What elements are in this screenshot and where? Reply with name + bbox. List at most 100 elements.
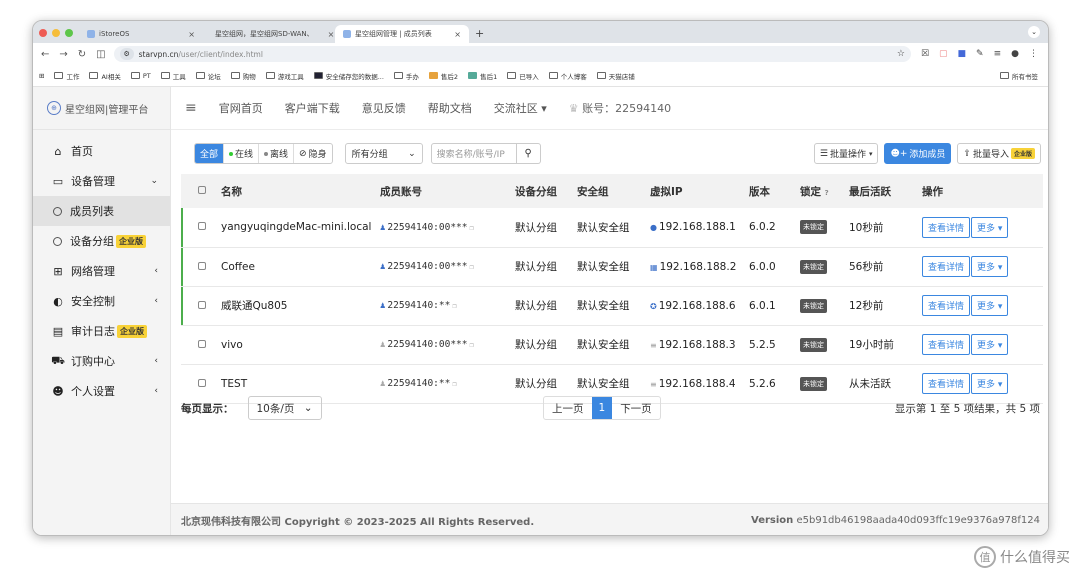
- browser-tab-istoreos[interactable]: iStoreOS ×: [79, 25, 203, 43]
- close-window-button[interactable]: [39, 29, 47, 37]
- forward-arrow-icon[interactable]: →: [59, 49, 67, 60]
- sidebar-item-device-management[interactable]: ▭ 设备管理 ⌄: [33, 166, 170, 196]
- header-group[interactable]: 设备分组: [515, 174, 577, 208]
- sidebar-item-home[interactable]: ⌂ 首页: [33, 136, 170, 166]
- extension-icon[interactable]: ☒: [921, 49, 929, 59]
- tab-list-chevron-icon[interactable]: ⌄: [1028, 26, 1040, 38]
- filter-all[interactable]: 全部: [195, 144, 225, 163]
- header-account[interactable]: 成员账号: [380, 174, 515, 208]
- page-1-button[interactable]: 1: [591, 397, 613, 419]
- copy-icon[interactable]: ❐: [470, 263, 474, 271]
- bookmark-item[interactable]: 安全储存您的数据...: [313, 71, 384, 81]
- bookmark-item[interactable]: 工作: [54, 71, 79, 81]
- copy-icon[interactable]: ❐: [470, 341, 474, 349]
- view-details-button[interactable]: 查看详情: [922, 334, 971, 355]
- copy-icon[interactable]: ❐: [470, 224, 474, 232]
- nav-official-home[interactable]: 官网首页: [219, 100, 263, 116]
- close-tab-icon[interactable]: ×: [440, 30, 461, 39]
- account-menu[interactable]: ♛ 账号：22594140: [569, 100, 671, 116]
- bookmark-item[interactable]: 个人博客: [548, 71, 587, 81]
- view-details-button[interactable]: 查看详情: [922, 373, 971, 394]
- reading-list-icon[interactable]: ≡: [994, 49, 1002, 59]
- batch-import-button[interactable]: ⇪ 批量导入 企业版: [957, 143, 1041, 164]
- bookmark-item[interactable]: 售后2: [428, 71, 458, 81]
- nav-client-download[interactable]: 客户端下载: [285, 100, 340, 116]
- add-member-button[interactable]: ☻+ 添加成员: [884, 143, 952, 164]
- bookmark-item[interactable]: PT: [130, 72, 151, 80]
- menu-dots-icon[interactable]: ⋮: [1029, 49, 1038, 59]
- row-checkbox[interactable]: [198, 222, 206, 231]
- next-page-button[interactable]: 下一页: [612, 397, 660, 419]
- sidebar-item-device-group[interactable]: 设备分组 企业版: [33, 226, 170, 256]
- sidebar-item-security-control[interactable]: ◐ 安全控制 ‹: [33, 286, 170, 316]
- more-button[interactable]: 更多 ▾: [971, 334, 1009, 355]
- bookmark-item[interactable]: 已导入: [507, 71, 539, 81]
- header-last-active[interactable]: 最后活跃: [849, 174, 922, 208]
- page-size-select[interactable]: 10条/页 ⌄: [247, 396, 322, 420]
- reload-icon[interactable]: ↻: [78, 49, 86, 60]
- sidebar-toggle-icon[interactable]: ◫: [96, 49, 105, 60]
- filter-hidden[interactable]: ⊘ 隐身: [294, 144, 332, 163]
- nav-help-docs[interactable]: 帮助文档: [428, 100, 472, 116]
- view-details-button[interactable]: 查看详情: [922, 256, 971, 277]
- bookmark-item[interactable]: 游戏工具: [265, 71, 304, 81]
- more-button[interactable]: 更多 ▾: [971, 216, 1009, 238]
- close-tab-icon[interactable]: ×: [314, 30, 335, 39]
- batch-ops-button[interactable]: ☰ 批量操作 ▾: [813, 143, 879, 164]
- row-checkbox[interactable]: [198, 339, 206, 348]
- bookmark-item[interactable]: 购物: [230, 71, 256, 81]
- select-all-checkbox[interactable]: [198, 186, 206, 194]
- header-security-group[interactable]: 安全组: [577, 174, 650, 208]
- profile-avatar-icon[interactable]: ●: [1011, 49, 1019, 59]
- sidebar-item-order-center[interactable]: ⛟ 订购中心 ‹: [33, 346, 170, 376]
- bookmark-item[interactable]: 手办: [393, 71, 419, 81]
- more-button[interactable]: 更多 ▾: [971, 256, 1009, 277]
- sidebar-item-member-list[interactable]: 成员列表: [33, 196, 170, 226]
- nav-feedback[interactable]: 意见反馈: [362, 100, 406, 116]
- bookmark-item[interactable]: 天猫店铺: [596, 71, 635, 81]
- group-select[interactable]: 所有分组 ⌄: [344, 143, 423, 164]
- hamburger-menu-icon[interactable]: ≡: [185, 100, 197, 116]
- brand[interactable]: ⊕ 星空组网|管理平台: [33, 87, 170, 130]
- header-version[interactable]: 版本: [749, 174, 800, 208]
- filter-offline[interactable]: 离线: [259, 144, 295, 163]
- more-button[interactable]: 更多 ▾: [971, 295, 1009, 316]
- url-field[interactable]: ⚙ starvpn.cn/user/client/index.html ☆: [113, 46, 911, 62]
- browser-tab-starvpn-home[interactable]: 星空组网，星空组网SD-WAN、 ×: [203, 25, 335, 43]
- site-settings-icon[interactable]: ⚙: [119, 48, 134, 60]
- copy-icon[interactable]: ❐: [452, 380, 456, 388]
- nav-community[interactable]: 交流社区 ▾: [494, 100, 547, 116]
- extension-icon[interactable]: ▢: [939, 49, 948, 59]
- more-button[interactable]: 更多 ▾: [971, 373, 1009, 394]
- bookmark-item[interactable]: 售后1: [468, 71, 497, 81]
- all-bookmarks[interactable]: 所有书签: [1000, 71, 1038, 81]
- header-virtual-ip[interactable]: 虚拟IP: [650, 174, 749, 208]
- sidebar-item-personal-settings[interactable]: ☻ 个人设置 ‹: [33, 376, 170, 406]
- view-details-button[interactable]: 查看详情: [922, 216, 971, 238]
- new-tab-button[interactable]: +: [469, 27, 490, 43]
- bookmark-item[interactable]: AI相关: [89, 71, 121, 81]
- close-tab-icon[interactable]: ×: [174, 30, 195, 39]
- view-details-button[interactable]: 查看详情: [922, 295, 971, 316]
- prev-page-button[interactable]: 上一页: [544, 397, 592, 419]
- search-button[interactable]: ⚲: [516, 143, 541, 164]
- row-checkbox[interactable]: [198, 261, 206, 270]
- extension-icon[interactable]: ■: [958, 49, 967, 59]
- back-arrow-icon[interactable]: ←: [41, 49, 49, 60]
- row-checkbox[interactable]: [198, 378, 206, 387]
- sidebar-item-network-management[interactable]: ⊞ 网络管理 ‹: [33, 256, 170, 286]
- bookmark-item[interactable]: 工具: [160, 71, 186, 81]
- browser-tab-member-list[interactable]: 星空组网管理 | 成员列表 ×: [335, 25, 469, 43]
- header-lock[interactable]: 锁定 ?: [800, 174, 849, 208]
- row-checkbox[interactable]: [198, 300, 206, 309]
- puzzle-icon[interactable]: ✎: [976, 49, 984, 59]
- header-name[interactable]: 名称: [221, 174, 380, 208]
- apps-grid-icon[interactable]: ⊞: [39, 72, 44, 80]
- bookmark-star-icon[interactable]: ☆: [897, 49, 905, 59]
- bookmark-item[interactable]: 论坛: [195, 71, 221, 81]
- minimize-window-button[interactable]: [52, 29, 60, 37]
- search-input[interactable]: 搜索名称/账号/IP: [430, 143, 517, 164]
- sidebar-item-audit-log[interactable]: ▤ 审计日志 企业版: [33, 316, 170, 346]
- maximize-window-button[interactable]: [65, 29, 73, 37]
- copy-icon[interactable]: ❐: [452, 302, 456, 310]
